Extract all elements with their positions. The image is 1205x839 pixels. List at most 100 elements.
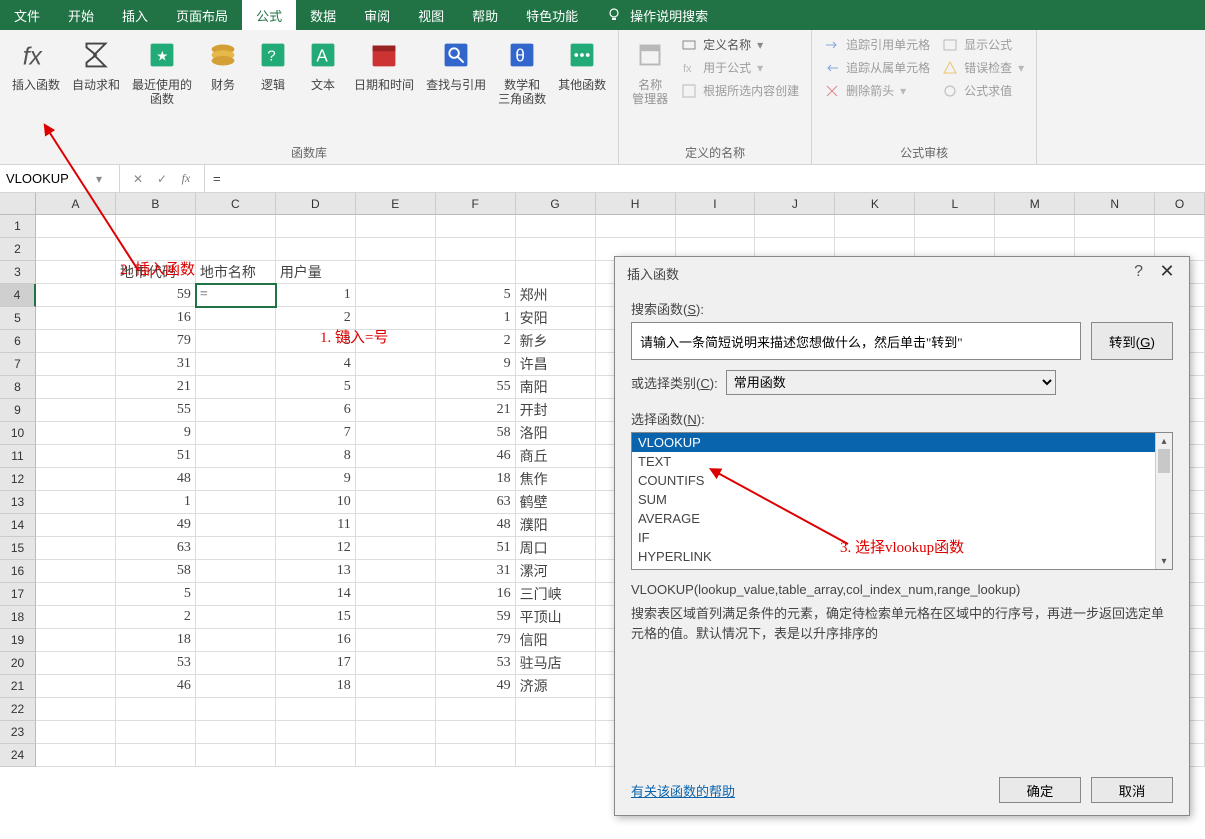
- cell[interactable]: 许昌: [516, 353, 596, 376]
- row-header[interactable]: 21: [0, 675, 36, 698]
- cell[interactable]: [356, 468, 436, 491]
- cell[interactable]: [436, 261, 516, 284]
- cell[interactable]: 9: [276, 468, 356, 491]
- cell[interactable]: [196, 491, 276, 514]
- cell[interactable]: 17: [276, 652, 356, 675]
- remove-arrows-button[interactable]: 删除箭头▾: [824, 80, 930, 101]
- cell[interactable]: 9: [436, 353, 516, 376]
- scroll-up-icon[interactable]: ▴: [1156, 433, 1172, 449]
- cell[interactable]: [196, 744, 276, 767]
- show-formulas-button[interactable]: 显示公式: [942, 34, 1024, 55]
- row-header[interactable]: 9: [0, 399, 36, 422]
- cell[interactable]: 55: [436, 376, 516, 399]
- tab-help[interactable]: 帮助: [458, 0, 512, 30]
- cell[interactable]: 16: [436, 583, 516, 606]
- cell[interactable]: [196, 560, 276, 583]
- row-header[interactable]: 10: [0, 422, 36, 445]
- cell[interactable]: 46: [116, 675, 196, 698]
- cell[interactable]: [356, 606, 436, 629]
- row-header[interactable]: 7: [0, 353, 36, 376]
- cell[interactable]: 21: [116, 376, 196, 399]
- cell[interactable]: [356, 652, 436, 675]
- cell[interactable]: [36, 537, 116, 560]
- row-header[interactable]: 16: [0, 560, 36, 583]
- help-link[interactable]: 有关该函数的帮助: [631, 781, 735, 800]
- cell[interactable]: 13: [276, 560, 356, 583]
- more-fn-button[interactable]: 其他函数: [552, 32, 612, 142]
- cell[interactable]: [436, 721, 516, 744]
- row-header[interactable]: 6: [0, 330, 36, 353]
- cell[interactable]: [36, 238, 116, 261]
- cell[interactable]: 洛阳: [516, 422, 596, 445]
- cell[interactable]: 58: [116, 560, 196, 583]
- cell[interactable]: 商丘: [516, 445, 596, 468]
- cell[interactable]: 6: [276, 399, 356, 422]
- cell[interactable]: [516, 698, 596, 721]
- row-header[interactable]: 14: [0, 514, 36, 537]
- formula-input[interactable]: =: [205, 171, 1205, 186]
- enter-formula-icon[interactable]: ✓: [152, 172, 172, 186]
- cell[interactable]: 焦作: [516, 468, 596, 491]
- column-header[interactable]: C: [196, 193, 276, 215]
- cell[interactable]: [196, 629, 276, 652]
- cell[interactable]: 63: [116, 537, 196, 560]
- name-box-dropdown-icon[interactable]: ▾: [96, 172, 102, 186]
- cell[interactable]: [196, 376, 276, 399]
- column-header[interactable]: O: [1155, 193, 1205, 215]
- cell[interactable]: 55: [116, 399, 196, 422]
- cell[interactable]: 郑州: [516, 284, 596, 307]
- cell[interactable]: 14: [276, 583, 356, 606]
- cell[interactable]: [356, 445, 436, 468]
- tab-data[interactable]: 数据: [296, 0, 350, 30]
- cell[interactable]: 安阳: [516, 307, 596, 330]
- cell[interactable]: [36, 721, 116, 744]
- cell[interactable]: [36, 284, 116, 307]
- cell[interactable]: [36, 215, 116, 238]
- cell[interactable]: 31: [116, 353, 196, 376]
- cell[interactable]: [1075, 215, 1155, 238]
- cell[interactable]: 地市名称: [196, 261, 276, 284]
- cell[interactable]: [196, 606, 276, 629]
- cell[interactable]: 49: [436, 675, 516, 698]
- column-header[interactable]: J: [755, 193, 835, 215]
- function-item[interactable]: TEXT: [632, 452, 1172, 471]
- row-header[interactable]: 11: [0, 445, 36, 468]
- tab-special[interactable]: 特色功能: [512, 0, 592, 30]
- function-list-scrollbar[interactable]: ▴ ▾: [1155, 433, 1172, 569]
- cell[interactable]: 三门峡: [516, 583, 596, 606]
- cell[interactable]: [36, 675, 116, 698]
- name-manager-button[interactable]: 名称 管理器: [625, 32, 675, 142]
- column-header[interactable]: B: [116, 193, 196, 215]
- fx-icon[interactable]: fx: [176, 171, 196, 186]
- cell[interactable]: 平顶山: [516, 606, 596, 629]
- cell[interactable]: 信阳: [516, 629, 596, 652]
- tab-home[interactable]: 开始: [54, 0, 108, 30]
- cell[interactable]: [356, 583, 436, 606]
- cell[interactable]: [356, 284, 436, 307]
- cell[interactable]: [36, 468, 116, 491]
- dialog-close-icon[interactable]: ✕: [1155, 261, 1179, 282]
- row-header[interactable]: 24: [0, 744, 36, 767]
- ok-button[interactable]: 确定: [999, 777, 1081, 803]
- cell[interactable]: [116, 698, 196, 721]
- column-header[interactable]: H: [596, 193, 676, 215]
- cell[interactable]: 周口: [516, 537, 596, 560]
- tab-formulas[interactable]: 公式: [242, 0, 296, 30]
- cell[interactable]: 2: [116, 606, 196, 629]
- cell[interactable]: [436, 215, 516, 238]
- cell[interactable]: [436, 698, 516, 721]
- cell[interactable]: [196, 445, 276, 468]
- cell[interactable]: [356, 215, 436, 238]
- row-header[interactable]: 3: [0, 261, 36, 284]
- trace-dependents-button[interactable]: 追踪从属单元格: [824, 57, 930, 78]
- use-in-formula-button[interactable]: fx用于公式▾: [681, 57, 799, 78]
- recent-button[interactable]: ★ 最近使用的 函数: [126, 32, 198, 142]
- cell[interactable]: [196, 583, 276, 606]
- cell[interactable]: [36, 744, 116, 767]
- cell[interactable]: [276, 744, 356, 767]
- cell[interactable]: [196, 238, 276, 261]
- column-header[interactable]: N: [1075, 193, 1155, 215]
- cell[interactable]: [36, 652, 116, 675]
- cell[interactable]: [36, 514, 116, 537]
- cell[interactable]: 5: [116, 583, 196, 606]
